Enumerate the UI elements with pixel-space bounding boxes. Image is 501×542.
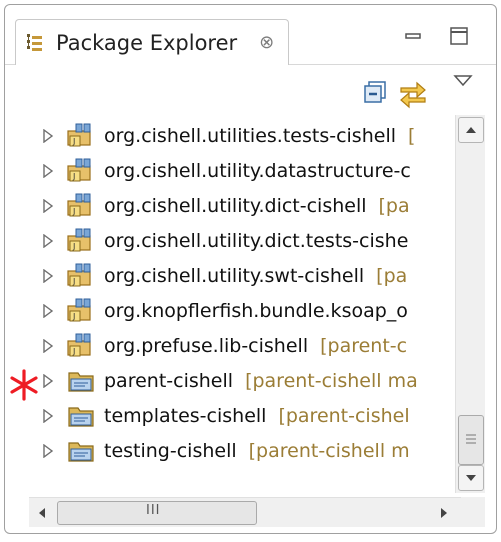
minimize-icon[interactable]: [403, 25, 425, 47]
project-name: testing-cishell: [104, 439, 237, 462]
plugin-project-icon: J: [67, 228, 91, 251]
plugin-project-icon: J: [67, 263, 91, 286]
scroll-down-button[interactable]: [458, 465, 484, 491]
plugin-project-icon: J: [67, 333, 91, 356]
view-toolbar: [5, 69, 496, 113]
collapse-all-icon[interactable]: [359, 77, 391, 109]
project-name: org.cishell.utility.dict.tests-cishe: [104, 229, 409, 252]
view-title-bar: Package Explorer ⊗: [5, 5, 496, 65]
horizontal-scroll-thumb[interactable]: III: [57, 501, 257, 525]
package-explorer-view: Package Explorer ⊗ J org.cishell.utiliti…: [4, 4, 497, 534]
link-with-editor-icon[interactable]: [397, 77, 429, 109]
expand-icon[interactable]: [35, 408, 61, 423]
project-name: org.cishell.utilities.tests-cishell: [104, 124, 396, 147]
project-tree[interactable]: J org.cishell.utilities.tests-cishell [ …: [35, 113, 455, 485]
grip-icon: III: [146, 503, 161, 518]
scroll-down-icon: [466, 475, 476, 481]
svg-text:J: J: [72, 277, 75, 286]
view-menu-icon[interactable]: [451, 71, 475, 91]
view-title: Package Explorer: [56, 30, 238, 55]
project-decoration: [parent-cishell ma: [245, 369, 418, 392]
tree-row[interactable]: parent-cishell [parent-cishell ma: [35, 363, 455, 398]
svg-text:J: J: [72, 207, 75, 216]
vertical-scrollbar[interactable]: [455, 115, 485, 493]
tree-row[interactable]: J org.cishell.utilities.tests-cishell [: [35, 118, 455, 153]
package-explorer-tab[interactable]: Package Explorer ⊗: [15, 19, 289, 65]
scroll-left-icon[interactable]: [33, 504, 51, 522]
expand-icon[interactable]: [35, 128, 61, 143]
project-decoration: [pa: [378, 194, 410, 217]
svg-text:J: J: [72, 312, 75, 321]
svg-text:J: J: [72, 347, 75, 356]
vertical-scroll-thumb[interactable]: [458, 415, 484, 465]
plugin-project-icon: J: [67, 193, 91, 216]
expand-icon[interactable]: [35, 163, 61, 178]
expand-icon[interactable]: [35, 268, 61, 283]
project-name: parent-cishell: [104, 369, 234, 392]
project-folder-icon: [68, 441, 94, 462]
svg-text:J: J: [72, 242, 75, 251]
scroll-corner: [461, 497, 485, 527]
expand-icon[interactable]: [35, 443, 61, 458]
project-name: org.knopflerfish.bundle.ksoap_o: [104, 299, 408, 322]
scroll-up-button[interactable]: [458, 117, 484, 143]
tree-row[interactable]: J org.cishell.utility.swt-cishell [pa: [35, 258, 455, 293]
project-name: org.cishell.utility.swt-cishell: [104, 264, 365, 287]
close-icon[interactable]: ⊗: [259, 32, 274, 53]
expand-icon[interactable]: [35, 303, 61, 318]
project-folder-icon: [68, 371, 94, 392]
project-name: templates-cishell: [104, 404, 267, 427]
expand-icon[interactable]: [35, 338, 61, 353]
grip-icon: [466, 434, 476, 444]
scroll-up-icon: [466, 127, 476, 133]
plugin-project-icon: J: [67, 123, 91, 146]
plugin-project-icon: J: [67, 158, 91, 181]
tree-row[interactable]: J org.cishell.utility.dict-cishell [pa: [35, 188, 455, 223]
project-name: org.prefuse.lib-cishell: [104, 334, 309, 357]
project-decoration: [parent-cishel: [278, 404, 410, 427]
tree-row[interactable]: J org.prefuse.lib-cishell [parent-c: [35, 328, 455, 363]
tree-row[interactable]: J org.cishell.utility.datastructure-c: [35, 153, 455, 188]
tree-row[interactable]: J org.knopflerfish.bundle.ksoap_o: [35, 293, 455, 328]
project-decoration: [parent-c: [320, 334, 408, 357]
tree-row[interactable]: testing-cishell [parent-cishell m: [35, 433, 455, 468]
expand-icon[interactable]: [35, 233, 61, 248]
scroll-right-icon[interactable]: [435, 504, 453, 522]
tree-row[interactable]: templates-cishell [parent-cishel: [35, 398, 455, 433]
project-decoration: [parent-cishell m: [248, 439, 410, 462]
project-name: org.cishell.utility.datastructure-c: [104, 159, 411, 182]
svg-text:J: J: [72, 137, 75, 146]
project-decoration: [: [408, 124, 416, 147]
project-name: org.cishell.utility.dict-cishell: [104, 194, 367, 217]
plugin-project-icon: J: [67, 298, 91, 321]
project-folder-icon: [68, 406, 94, 427]
horizontal-scrollbar[interactable]: III: [29, 497, 461, 527]
expand-icon[interactable]: [35, 198, 61, 213]
tree-row[interactable]: J org.cishell.utility.dict.tests-cishe: [35, 223, 455, 258]
svg-text:J: J: [72, 172, 75, 181]
package-explorer-icon: [27, 33, 42, 51]
maximize-icon[interactable]: [448, 25, 470, 47]
red-asterisk-annotation-icon: [10, 369, 38, 401]
project-decoration: [pa: [376, 264, 408, 287]
